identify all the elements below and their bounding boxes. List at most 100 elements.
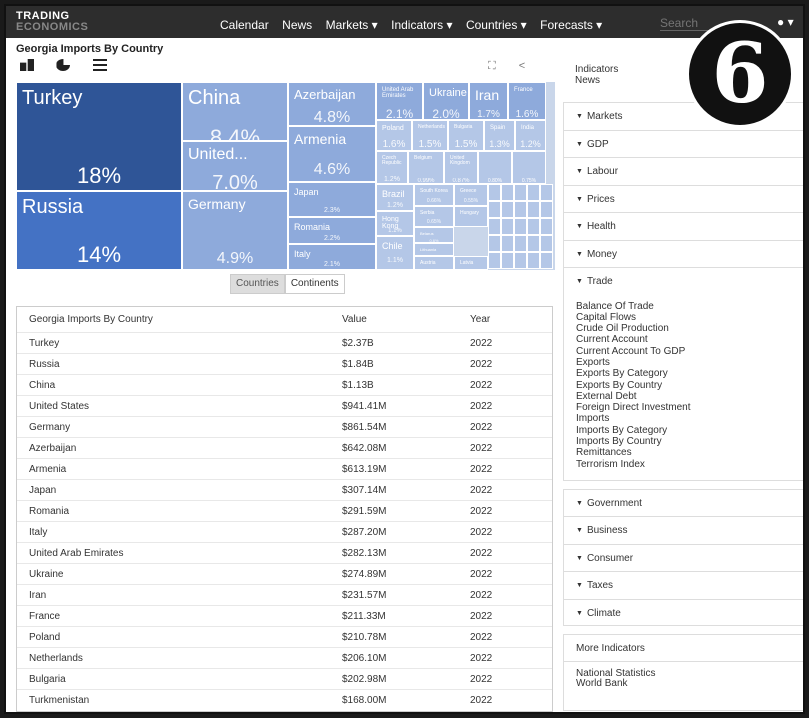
treemap-tile[interactable]: India 1.2%	[515, 120, 546, 151]
trade-indicator-link[interactable]: Exports By Country	[576, 380, 794, 391]
sidebar-group[interactable]: ▼ Consumer	[563, 543, 803, 571]
treemap-tile-small[interactable]	[540, 252, 553, 269]
treemap-tile[interactable]: South Korea 0.66%	[414, 184, 454, 206]
treemap-tile-small[interactable]	[527, 252, 540, 269]
toggle-continents[interactable]: Continents	[284, 274, 345, 294]
treemap-tile[interactable]: Serbia 0.65%	[414, 206, 454, 227]
user-icon[interactable]: ● ▾	[777, 15, 794, 29]
treemap-tile-small[interactable]	[501, 235, 514, 252]
table-row[interactable]: United Arab Emirates $282.13M 2022	[17, 543, 552, 564]
treemap-tile-small[interactable]	[488, 201, 501, 218]
table-cell-country[interactable]: China	[29, 375, 55, 396]
table-row[interactable]: China $1.13B 2022	[17, 375, 552, 396]
treemap-tile-small[interactable]	[514, 201, 527, 218]
treemap-tile-small[interactable]	[488, 218, 501, 235]
table-row[interactable]: United States $941.41M 2022	[17, 396, 552, 417]
treemap-tile[interactable]: Japan 2.3%	[288, 182, 376, 217]
trade-indicator-link[interactable]: External Debt	[576, 391, 794, 402]
share-icon[interactable]: <	[519, 60, 525, 72]
treemap-tile[interactable]: 0.75%	[512, 151, 546, 184]
treemap-tile-small[interactable]	[540, 201, 553, 218]
table-cell-country[interactable]: Armenia	[29, 459, 66, 480]
table-row[interactable]: Japan $307.14M 2022	[17, 480, 552, 501]
table-cell-country[interactable]: Iran	[29, 585, 46, 606]
table-row[interactable]: Russia $1.84B 2022	[17, 354, 552, 375]
table-cell-country[interactable]: Netherlands	[29, 648, 83, 669]
table-row[interactable]: Poland $210.78M 2022	[17, 627, 552, 648]
bar-chart-icon[interactable]	[20, 59, 34, 71]
table-cell-country[interactable]: Azerbaijan	[29, 438, 76, 459]
table-cell-country[interactable]: Italy	[29, 522, 47, 543]
table-row[interactable]: Bulgaria $202.98M 2022	[17, 669, 552, 690]
treemap-tile[interactable]: Germany 4.9%	[182, 191, 288, 270]
table-row[interactable]: Italy $287.20M 2022	[17, 522, 552, 543]
table-cell-country[interactable]: France	[29, 606, 60, 627]
treemap-tile-small[interactable]	[501, 184, 514, 201]
trade-indicator-link[interactable]: Imports By Category	[576, 425, 794, 436]
treemap-tile[interactable]: Romania 2.2%	[288, 217, 376, 244]
sidebar-group[interactable]: ▼ Labour	[563, 157, 803, 185]
treemap-tile-small[interactable]	[540, 235, 553, 252]
treemap-tile[interactable]: Hungary	[454, 206, 488, 227]
treemap-tile-small[interactable]	[514, 218, 527, 235]
treemap-tile-small[interactable]	[514, 184, 527, 201]
trade-indicator-link[interactable]: Remittances	[576, 447, 794, 458]
table-cell-country[interactable]: Turkey	[29, 333, 59, 354]
sidebar-group[interactable]: ▼ Taxes	[563, 571, 803, 599]
pie-chart-icon[interactable]	[56, 59, 71, 71]
treemap-tile[interactable]: Greece 0.55%	[454, 184, 488, 206]
table-row[interactable]: Turkmenistan $168.00M 2022	[17, 690, 552, 711]
treemap-tile[interactable]: Latvia	[454, 256, 488, 270]
treemap-tile-small[interactable]	[540, 218, 553, 235]
treemap-tile-small[interactable]	[527, 218, 540, 235]
treemap-tile[interactable]: France 1.6%	[508, 82, 546, 120]
brand-logo[interactable]: TRADING ECONOMICS	[16, 11, 88, 33]
treemap-tile[interactable]: China 8.4%	[182, 82, 288, 141]
treemap-tile[interactable]: Chile 1.1%	[376, 236, 414, 270]
treemap-tile[interactable]: Spain 1.3%	[484, 120, 515, 151]
treemap-tile[interactable]: United Arab Emirates 2.1%	[376, 82, 423, 120]
sidebar-group[interactable]: ▼ GDP	[563, 129, 803, 157]
col-year-header[interactable]: Year	[470, 307, 490, 333]
trade-indicator-link[interactable]: Current Account	[576, 334, 794, 345]
treemap-tile[interactable]: Iran 1.7%	[469, 82, 508, 120]
treemap-tile[interactable]: Belgium 0.99%	[408, 151, 444, 184]
table-row[interactable]: Turkey $2.37B 2022	[17, 333, 552, 354]
treemap-tile[interactable]: Czech Republic 1.2%	[376, 151, 408, 184]
table-row[interactable]: Iran $231.57M 2022	[17, 585, 552, 606]
treemap-tile[interactable]: Austria	[414, 256, 454, 270]
treemap-tile-small[interactable]	[501, 201, 514, 218]
treemap-tile[interactable]: Lithuania	[414, 243, 454, 256]
treemap-tile[interactable]: Armenia 4.6%	[288, 126, 376, 182]
fullscreen-icon[interactable]: ⛶	[488, 60, 496, 72]
table-cell-country[interactable]: Germany	[29, 417, 70, 438]
col-country-header[interactable]: Georgia Imports By Country	[29, 307, 153, 333]
col-value-header[interactable]: Value	[342, 307, 367, 333]
treemap-tile[interactable]: Azerbaijan 4.8%	[288, 82, 376, 126]
treemap-tile[interactable]: United Kingdom 0.87%	[444, 151, 478, 184]
treemap-tile-small[interactable]	[527, 184, 540, 201]
more-indicators-header[interactable]: More Indicators	[564, 635, 803, 662]
sidebar-group[interactable]: ▼ Business	[563, 516, 803, 544]
list-view-icon[interactable]	[92, 59, 107, 71]
treemap-tile-small[interactable]	[540, 184, 553, 201]
nav-calendar[interactable]: Calendar	[220, 18, 269, 32]
trade-indicator-link[interactable]: Crude Oil Production	[576, 323, 794, 334]
nav-indicators[interactable]: Indicators ▾	[391, 18, 452, 32]
table-cell-country[interactable]: Turkmenistan	[29, 690, 89, 711]
treemap-tile[interactable]: Brazil 1.2%	[376, 184, 414, 211]
treemap-tile[interactable]: United... 7.0%	[182, 141, 288, 191]
table-row[interactable]: Netherlands $206.10M 2022	[17, 648, 552, 669]
treemap-tile-small[interactable]	[501, 252, 514, 269]
treemap-tile-small[interactable]	[488, 252, 501, 269]
sidebar-group[interactable]: ▼ Health	[563, 212, 803, 240]
trade-indicator-link[interactable]: Foreign Direct Investment	[576, 402, 794, 413]
table-row[interactable]: Ukraine $274.89M 2022	[17, 564, 552, 585]
treemap-tile[interactable]: Bulgaria 1.5%	[448, 120, 484, 151]
treemap-tile-small[interactable]	[527, 201, 540, 218]
trade-indicator-link[interactable]: Imports By Country	[576, 436, 794, 447]
sidebar-group[interactable]: ▼ Climate	[563, 598, 803, 626]
treemap-tile-small[interactable]	[514, 252, 527, 269]
trade-indicator-link[interactable]: Exports	[576, 357, 794, 368]
nav-markets[interactable]: Markets ▾	[326, 18, 378, 32]
